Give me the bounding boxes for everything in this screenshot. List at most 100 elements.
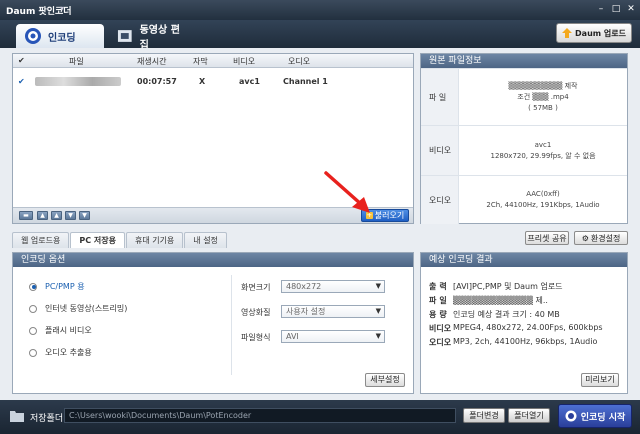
orig-file-line1: ▒▒▒▒▒▒▒▒▒▒ 제작: [508, 81, 578, 90]
tab-my-settings[interactable]: 내 설정: [184, 232, 227, 248]
expected-result-panel: 예상 인코딩 결과 출력 [AVI]PC,PMP 및 Daum 업로드 파일 ▒…: [420, 252, 628, 394]
orig-video-row: 비디오 avc1 1280x720, 29.99fps, 알 수 없음: [421, 125, 627, 175]
orig-audio-line1: AAC(0xff): [526, 190, 560, 198]
result-audio-value: MP3, 2ch, 44100Hz, 96kbps, 1Audio: [453, 337, 598, 346]
orig-video-label: 비디오: [421, 126, 459, 175]
title-menu-caret-icon[interactable]: ▾: [60, 4, 64, 13]
tab-mobile[interactable]: 휴대 기기용: [125, 232, 184, 248]
original-file-info-title: 원본 파일정보: [421, 54, 627, 68]
upload-arrow-icon: [562, 28, 573, 38]
radio-streaming[interactable]: 인터넷 동영상(스트리밍): [29, 303, 127, 314]
result-file-label: 파일: [429, 296, 450, 305]
encoding-options-panel: 인코딩 옵션 PC/PMP 용 인터넷 동영상(스트리밍) 플래시 비디오 오디…: [12, 252, 414, 394]
quality-value: 사용자 설정: [286, 307, 326, 316]
tab-encoding[interactable]: 인코딩: [16, 24, 104, 48]
result-row-file: 파일 ▒▒▒▒▒▒▒▒▒▒▒▒▒ 제..: [421, 293, 627, 307]
orig-video-line2: 1280x720, 29.99fps, 알 수 없음: [490, 151, 596, 160]
preset-share-button[interactable]: 프리셋 공유: [525, 231, 569, 245]
bottom-bar: 저장폴더 C:\Users\wooki\Documents\Daum\PotEn…: [0, 400, 640, 434]
result-row-output: 출력 [AVI]PC,PMP 및 Daum 업로드: [421, 279, 627, 293]
encoding-icon: [565, 410, 577, 422]
result-size-label: 용량: [429, 310, 450, 319]
start-encoding-label: 인코딩 시작: [580, 412, 626, 423]
move-down-icon[interactable]: ▼: [65, 211, 76, 220]
expected-result-title: 예상 인코딩 결과: [421, 253, 627, 267]
radio-dot-icon: [29, 304, 37, 313]
select-all-checkbox[interactable]: ✔: [18, 57, 26, 65]
tab-web-upload[interactable]: 웹 업로드용: [12, 232, 70, 248]
move-bottom-icon[interactable]: ▼: [79, 211, 90, 220]
remove-icon[interactable]: ▬: [19, 211, 33, 220]
chevron-down-icon: ▼: [375, 332, 381, 340]
close-icon[interactable]: ✕: [624, 3, 638, 16]
radio-dot-icon: [29, 282, 37, 291]
load-button-label: 불러오기: [374, 211, 405, 220]
result-row-size: 용량 인코딩 예상 결과 크기 : 40 MB: [421, 307, 627, 321]
row-duration: 00:07:57: [137, 77, 177, 86]
orig-audio-label: 오디오: [421, 176, 459, 224]
column-subtitle[interactable]: 자막: [193, 56, 208, 67]
change-folder-button[interactable]: 폴더변경: [463, 408, 505, 423]
result-output-label: 출력: [429, 282, 450, 291]
save-folder-label: 저장폴더: [30, 414, 64, 424]
preset-tabs: 웹 업로드용 PC 저장용 휴대 기기용 내 설정: [12, 232, 228, 248]
radio-pc-pmp[interactable]: PC/PMP 용: [29, 281, 85, 292]
encoding-options-title: 인코딩 옵션: [13, 253, 413, 267]
tab-pc-save[interactable]: PC 저장용: [70, 232, 125, 248]
maximize-icon[interactable]: □: [609, 3, 623, 16]
preset-share-label: 프리셋 공유: [527, 233, 567, 243]
column-file[interactable]: 파일: [69, 56, 84, 67]
settings-button[interactable]: ⚙ 환경설정: [574, 231, 628, 245]
tab-encoding-label: 인코딩: [48, 32, 76, 44]
radio-audio-extract[interactable]: 오디오 추출용: [29, 347, 92, 358]
orig-file-label: 파 일: [421, 69, 459, 125]
format-value: AVI: [286, 332, 299, 341]
red-arrow-icon: [324, 171, 370, 213]
radio-flash[interactable]: 플래시 비디오: [29, 325, 92, 336]
orig-video-line1: avc1: [534, 140, 552, 149]
move-up-icon[interactable]: ▲: [51, 211, 62, 220]
row-subtitle: X: [199, 77, 206, 86]
radio-dot-icon: [29, 348, 37, 357]
result-video-label: 비디오: [429, 324, 452, 333]
result-row-video: 비디오 MPEG4, 480x272, 24.00Fps, 600kbps: [421, 321, 627, 335]
radio-flash-label: 플래시 비디오: [45, 326, 92, 335]
screen-size-label: 화면크기: [241, 283, 271, 292]
table-row[interactable]: ✔ ▒▒▒▒▒▒▒▒▒▒▒▒ 00:07:57 X avc1 Channel 1: [13, 76, 413, 89]
open-folder-button[interactable]: 폴더열기: [508, 408, 550, 423]
daum-upload-label: Daum 업로드: [575, 28, 626, 38]
format-select[interactable]: AVI ▼: [281, 330, 385, 343]
result-file-value: ▒▒▒▒▒▒▒▒▒▒▒▒▒ 제..: [453, 296, 548, 305]
start-encoding-button[interactable]: 인코딩 시작: [558, 404, 632, 428]
result-size-value: 인코딩 예상 결과 크기 : 40 MB: [453, 310, 560, 319]
row-audio: Channel 1: [283, 77, 328, 86]
row-filename: ▒▒▒▒▒▒▒▒▒▒▒▒: [35, 77, 121, 86]
detail-settings-button[interactable]: 세부설정: [365, 373, 405, 387]
minimize-icon[interactable]: –: [594, 3, 608, 16]
tab-video-edit[interactable]: 동영상 편집: [108, 24, 188, 51]
encoding-icon: [25, 28, 41, 44]
orig-audio-row: 오디오 AAC(0xff) 2Ch, 44100Hz, 191Kbps, 1Au…: [421, 175, 627, 224]
chevron-down-icon: ▼: [375, 307, 381, 315]
quality-select[interactable]: 사용자 설정 ▼: [281, 305, 385, 318]
orig-file-line3: ( 57MB ): [528, 103, 558, 112]
result-output-value: [AVI]PC,PMP 및 Daum 업로드: [453, 282, 563, 291]
main-header: 인코딩 동영상 편집 Daum 업로드: [0, 20, 640, 51]
column-audio[interactable]: 오디오: [288, 56, 310, 67]
row-checkbox[interactable]: ✔: [18, 78, 26, 86]
screen-size-select[interactable]: 480x272 ▼: [281, 280, 385, 293]
column-duration[interactable]: 재생시간: [137, 56, 166, 67]
film-icon: [117, 30, 132, 42]
move-top-icon[interactable]: ▲: [37, 211, 48, 220]
result-audio-label: 오디오: [429, 338, 452, 347]
radio-pc-pmp-label: PC/PMP 용: [45, 282, 85, 291]
quality-label: 영상화질: [241, 308, 271, 317]
daum-upload-button[interactable]: Daum 업로드: [556, 23, 632, 43]
row-video: avc1: [239, 77, 260, 86]
title-bar: Daum 팟인코더 ▾ – □ ✕: [0, 0, 640, 20]
save-path-field[interactable]: C:\Users\wooki\Documents\Daum\PotEncoder: [64, 408, 456, 423]
preview-button[interactable]: 미리보기: [581, 373, 619, 387]
content-area: ✔ 파일 재생시간 자막 비디오 오디오 ✔ ▒▒▒▒▒▒▒▒▒▒▒▒ 00:0…: [0, 48, 640, 400]
column-video[interactable]: 비디오: [233, 56, 255, 67]
settings-label: 환경설정: [590, 233, 621, 243]
